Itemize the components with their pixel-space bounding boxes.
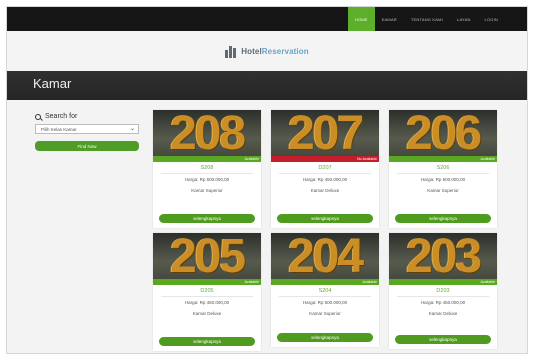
room-card: 207 No Available D207 Harga: Rp 450.000,… xyxy=(271,110,379,228)
site-logo[interactable]: HotelReservation xyxy=(225,45,309,58)
room-number-sign: 207 xyxy=(287,110,364,160)
room-class-select-value: Pilih Kelas Kamar xyxy=(41,126,77,132)
room-price: Harga: Rp 450.000,00 xyxy=(420,300,466,305)
room-photo: 207 No Available xyxy=(271,110,379,162)
page-title-band: Kamar xyxy=(7,71,527,100)
nav-tentang-kami[interactable]: TENTANG KAMI xyxy=(404,7,450,31)
room-type: Kamar Superior xyxy=(427,188,459,193)
room-number-sign: 206 xyxy=(405,110,482,160)
room-type: Kamar Deluxe xyxy=(428,311,458,316)
status-badge: Available xyxy=(153,156,261,162)
room-photo: 206 Available xyxy=(389,110,497,162)
browser-page: HOME KAMAR TENTANG KAMI LAYAN LOGIN Hote… xyxy=(6,6,528,354)
room-card: 203 Available D203 Harga: Rp 450.000,00 … xyxy=(389,233,497,349)
status-badge: Available xyxy=(153,279,261,285)
logo-text-reservation: Reservation xyxy=(261,46,309,56)
divider xyxy=(161,173,253,174)
logo-band: HotelReservation xyxy=(7,31,527,71)
room-number-sign: 208 xyxy=(169,110,246,160)
page-title: Kamar xyxy=(33,76,72,91)
nav-login[interactable]: LOGIN xyxy=(478,7,505,31)
room-photo: 208 Available xyxy=(153,110,261,162)
room-number-sign: 205 xyxy=(169,233,246,283)
detail-button[interactable]: selengkapnya xyxy=(277,214,373,223)
divider xyxy=(279,296,371,297)
room-type: Kamar Deluxe xyxy=(310,188,340,193)
room-price: Harga: Rp 450.000,00 xyxy=(184,300,230,305)
nav-layan[interactable]: LAYAN xyxy=(450,7,478,31)
room-code: S206 xyxy=(436,165,450,171)
status-badge: No Available xyxy=(271,156,379,162)
room-photo: 203 Available xyxy=(389,233,497,285)
room-type: Kamar Superior xyxy=(191,188,223,193)
divider xyxy=(161,296,253,297)
room-card: 208 Available S208 Harga: Rp 500.000,00 … xyxy=(153,110,261,228)
room-photo: 204 Available xyxy=(271,233,379,285)
detail-button[interactable]: selengkapnya xyxy=(159,337,255,346)
room-card: 205 Available D205 Harga: Rp 450.000,00 … xyxy=(153,233,261,351)
detail-button[interactable]: selengkapnya xyxy=(395,214,491,223)
room-price: Harga: Rp 450.000,00 xyxy=(302,177,348,182)
detail-button[interactable]: selengkapnya xyxy=(159,214,255,223)
status-badge: Available xyxy=(271,279,379,285)
room-price: Harga: Rp 500.000,00 xyxy=(420,177,466,182)
status-badge: Available xyxy=(389,279,497,285)
logo-text-hotel: Hotel xyxy=(241,46,262,56)
status-badge: Available xyxy=(389,156,497,162)
nav-kamar[interactable]: KAMAR xyxy=(375,7,404,31)
top-navigation: HOME KAMAR TENTANG KAMI LAYAN LOGIN xyxy=(7,7,527,31)
room-type: Kamar Deluxe xyxy=(192,311,222,316)
chevron-down-icon: ⌄ xyxy=(129,126,135,132)
room-card: 206 Available S206 Harga: Rp 500.000,00 … xyxy=(389,110,497,228)
room-photo: 205 Available xyxy=(153,233,261,285)
room-card: 204 Available S204 Harga: Rp 500.000,00 … xyxy=(271,233,379,347)
building-icon xyxy=(225,45,238,58)
divider xyxy=(397,296,489,297)
search-icon xyxy=(35,113,41,120)
search-sidebar: Search for Pilih Kelas Kamar ⌄ Find Now xyxy=(35,113,141,151)
search-label-text: Search for xyxy=(45,113,78,120)
room-price: Harga: Rp 500.000,00 xyxy=(184,177,230,182)
detail-button[interactable]: selengkapnya xyxy=(395,335,491,344)
detail-button[interactable]: selengkapnya xyxy=(277,333,373,342)
room-type: Kamar Superior xyxy=(309,311,341,316)
room-code: D207 xyxy=(318,165,332,171)
logo-text: HotelReservation xyxy=(241,47,308,56)
room-number-sign: 203 xyxy=(405,233,482,283)
room-price: Harga: Rp 500.000,00 xyxy=(302,300,348,305)
find-now-button[interactable]: Find Now xyxy=(35,141,139,151)
divider xyxy=(279,173,371,174)
room-code: S204 xyxy=(318,288,332,294)
nav-home[interactable]: HOME xyxy=(347,7,375,31)
room-class-select[interactable]: Pilih Kelas Kamar ⌄ xyxy=(35,124,139,134)
room-code: D203 xyxy=(436,288,450,294)
search-label: Search for xyxy=(35,113,141,120)
room-code: S208 xyxy=(200,165,214,171)
room-code: D205 xyxy=(200,288,214,294)
divider xyxy=(397,173,489,174)
room-number-sign: 204 xyxy=(287,233,364,283)
